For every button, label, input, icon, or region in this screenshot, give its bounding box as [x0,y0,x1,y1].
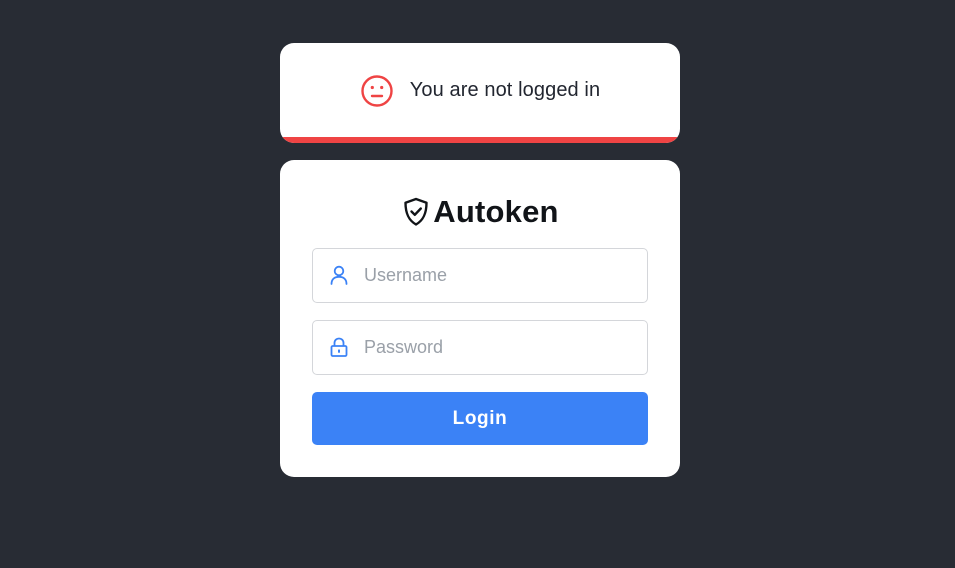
status-accent-bar [280,137,680,143]
password-field[interactable] [312,320,648,375]
login-button[interactable]: Login [312,392,648,445]
status-row: You are not logged in [280,43,680,137]
password-input[interactable] [364,321,634,374]
brand-name: Autoken [433,194,559,229]
neutral-face-icon [360,74,394,108]
username-input[interactable] [364,249,634,302]
login-status-banner: You are not logged in [280,43,680,143]
status-message: You are not logged in [409,78,601,101]
user-icon [328,264,350,286]
username-field[interactable] [312,248,648,303]
login-form: Autoken Login [280,160,680,477]
brand-header: Autoken [280,191,680,233]
shield-check-icon [401,196,431,228]
lock-icon [328,336,350,358]
